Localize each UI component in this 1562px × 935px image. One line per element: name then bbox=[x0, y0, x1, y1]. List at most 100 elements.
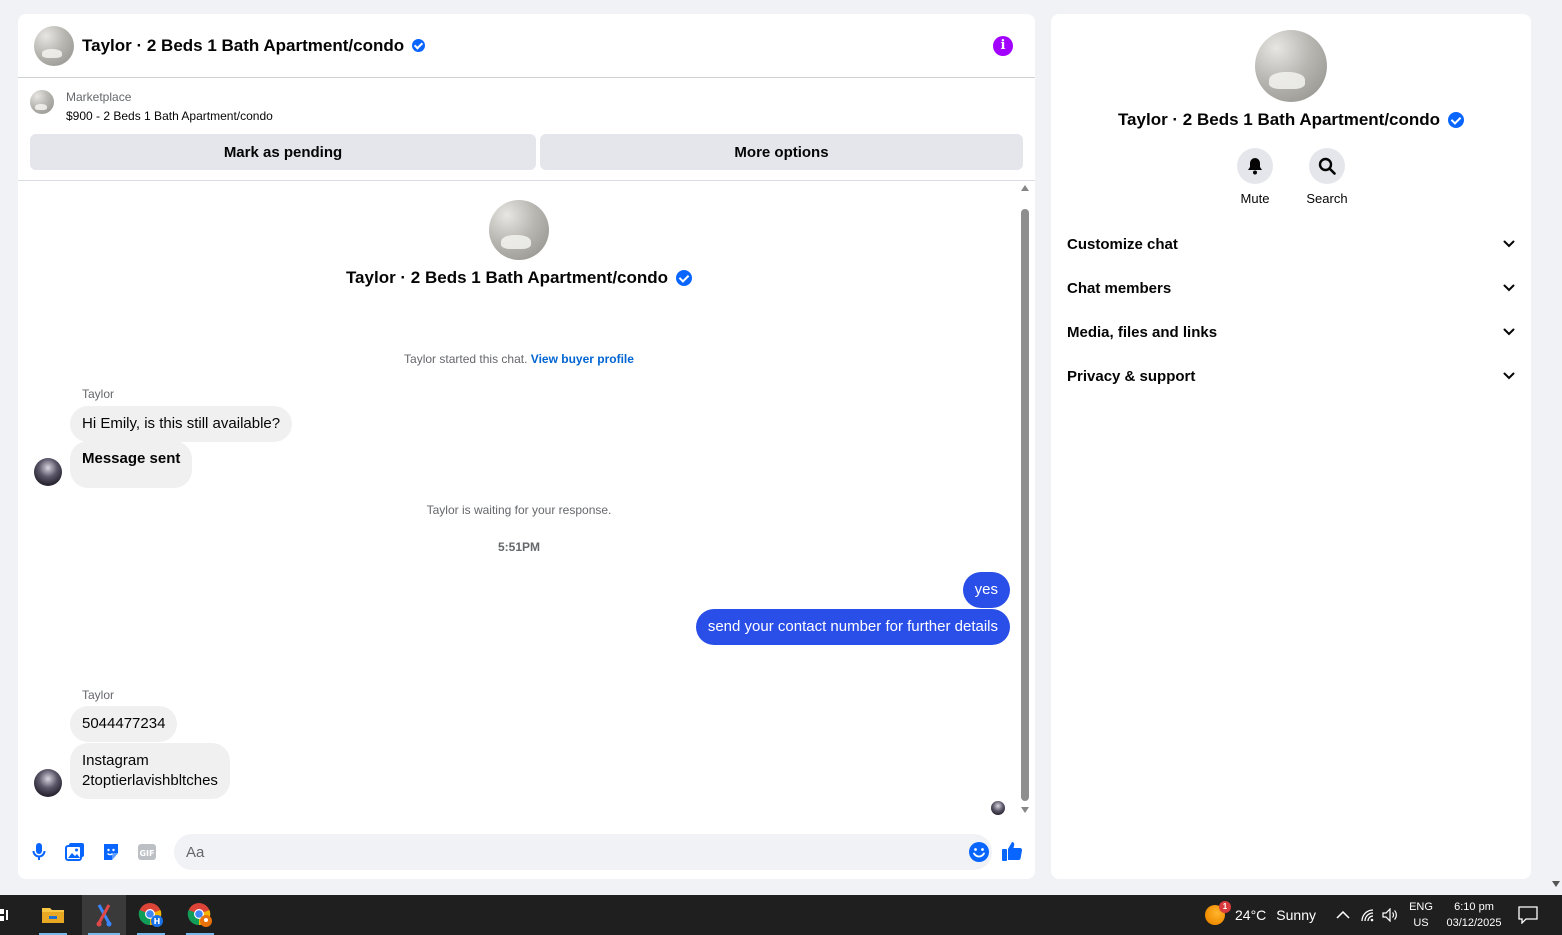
chevron-down-icon bbox=[1503, 372, 1515, 380]
taylor-avatar[interactable] bbox=[34, 769, 62, 797]
details-sections: Customize chat Chat members Media, files… bbox=[1051, 222, 1531, 398]
listing-thumbnail[interactable] bbox=[30, 90, 54, 114]
sticker-icon[interactable] bbox=[100, 841, 122, 863]
section-media-files-links[interactable]: Media, files and links bbox=[1051, 310, 1531, 354]
clock-time: 6:10 pm bbox=[1454, 901, 1494, 913]
svg-text:H: H bbox=[154, 917, 161, 926]
mic-icon[interactable] bbox=[28, 841, 50, 863]
mute-label: Mute bbox=[1240, 191, 1270, 206]
section-customize-chat[interactable]: Customize chat bbox=[1051, 222, 1531, 266]
chat-header: Taylor · 2 Beds 1 Bath Apartment/condo i bbox=[18, 14, 1035, 78]
message-composer: GIF Aa bbox=[18, 825, 1035, 879]
section-label: Privacy & support bbox=[1067, 367, 1196, 385]
chat-started-text: Taylor started this chat. bbox=[404, 352, 528, 366]
waiting-notice: Taylor is waiting for your response. bbox=[426, 503, 612, 517]
chat-title-text[interactable]: Taylor · 2 Beds 1 Bath Apartment/condo bbox=[82, 36, 404, 56]
mute-button[interactable]: Mute bbox=[1233, 148, 1277, 206]
chrome-app[interactable]: H bbox=[131, 895, 171, 935]
weather-text: Sunny bbox=[1276, 907, 1316, 923]
message-input-placeholder: Aa bbox=[186, 843, 205, 861]
listing-actions: Mark as pending More options bbox=[18, 126, 1035, 181]
details-avatar[interactable] bbox=[1255, 30, 1327, 102]
intro-title: Taylor · 2 Beds 1 Bath Apartment/condo bbox=[345, 268, 669, 287]
search-label: Search bbox=[1306, 191, 1348, 206]
listing-label: Marketplace bbox=[66, 90, 132, 104]
search-button[interactable]: Search bbox=[1305, 148, 1349, 206]
incoming-message[interactable]: Hi Emily, is this still available? bbox=[70, 406, 293, 442]
message-list[interactable]: Taylor · 2 Beds 1 Bath Apartment/condo T… bbox=[18, 177, 1035, 825]
verified-icon bbox=[1448, 112, 1465, 128]
bell-icon bbox=[1237, 148, 1273, 184]
volume-icon[interactable] bbox=[1382, 906, 1398, 924]
chat-started-notice: Taylor started this chat. View buyer pro… bbox=[18, 352, 1020, 366]
sender-name: Taylor bbox=[82, 387, 115, 401]
verified-icon bbox=[676, 270, 693, 286]
conversation-intro: Taylor · 2 Beds 1 Bath Apartment/condo bbox=[18, 200, 1020, 288]
chat-title[interactable]: Taylor · 2 Beds 1 Bath Apartment/condo bbox=[82, 36, 426, 56]
outgoing-message[interactable]: send your contact number for further det… bbox=[695, 609, 1010, 645]
section-privacy-support[interactable]: Privacy & support bbox=[1051, 354, 1531, 398]
incoming-message[interactable]: Instagram 2toptierlavishbltches bbox=[70, 743, 230, 799]
keyboard-layout: US bbox=[1413, 917, 1429, 929]
section-label: Chat members bbox=[1067, 279, 1172, 297]
message-timestamp: 5:51PM bbox=[497, 540, 541, 554]
chrome-profile-app[interactable] bbox=[180, 895, 220, 935]
section-chat-members[interactable]: Chat members bbox=[1051, 266, 1531, 310]
chat-panel: Taylor · 2 Beds 1 Bath Apartment/condo i… bbox=[18, 14, 1035, 879]
message-line: Instagram bbox=[82, 752, 149, 769]
view-buyer-profile-link[interactable]: View buyer profile bbox=[531, 352, 634, 366]
folder-icon bbox=[42, 908, 64, 923]
chat-avatar[interactable] bbox=[34, 25, 74, 66]
listing-title[interactable]: $900 - 2 Beds 1 Bath Apartment/condo bbox=[66, 107, 273, 126]
verified-icon bbox=[412, 39, 426, 52]
notification-icon[interactable] bbox=[1518, 906, 1538, 924]
snipping-tool-icon bbox=[96, 904, 112, 927]
sun-icon: 1 bbox=[1205, 901, 1231, 925]
scroll-down-arrow[interactable] bbox=[1021, 807, 1029, 813]
clock-date: 03/12/2025 bbox=[1446, 917, 1502, 929]
image-icon[interactable] bbox=[64, 841, 86, 863]
marketplace-listing[interactable]: Marketplace $900 - 2 Beds 1 Bath Apartme… bbox=[18, 78, 1035, 126]
language-indicator[interactable]: ENG US bbox=[1404, 899, 1438, 931]
weather-badge: 1 bbox=[1219, 901, 1231, 913]
message-input[interactable]: Aa bbox=[174, 834, 992, 870]
weather-temp: 24°C bbox=[1235, 907, 1267, 923]
snipping-tool-app[interactable] bbox=[82, 895, 126, 935]
taylor-avatar[interactable] bbox=[34, 458, 62, 486]
chrome-icon: H bbox=[138, 903, 163, 927]
quick-actions: Mute Search bbox=[1051, 148, 1531, 206]
more-options-button[interactable]: More options bbox=[540, 134, 1023, 170]
file-explorer-app[interactable] bbox=[33, 895, 73, 935]
chevron-down-icon bbox=[1503, 328, 1515, 336]
details-title: Taylor · 2 Beds 1 Bath Apartment/condo bbox=[1117, 110, 1441, 129]
task-view-icon[interactable] bbox=[0, 907, 10, 923]
chevron-down-icon bbox=[1503, 240, 1515, 248]
message-scrollbar[interactable] bbox=[1020, 183, 1030, 813]
intro-avatar[interactable] bbox=[489, 200, 549, 260]
info-icon[interactable]: i bbox=[993, 36, 1013, 56]
mark-as-pending-button[interactable]: Mark as pending bbox=[30, 134, 536, 170]
search-icon bbox=[1309, 148, 1345, 184]
taskbar: H 1 24°C Sunny ENG US 6:10 pm 03/12/2025 bbox=[0, 895, 1562, 935]
chevron-down-icon bbox=[1503, 284, 1515, 292]
scroll-up-arrow[interactable] bbox=[1021, 185, 1029, 191]
scroll-thumb[interactable] bbox=[1021, 209, 1029, 801]
emoji-icon[interactable] bbox=[968, 841, 990, 863]
page-scroll-down-arrow[interactable] bbox=[1552, 881, 1560, 887]
section-label: Customize chat bbox=[1067, 235, 1178, 253]
conversation-details-panel: Taylor · 2 Beds 1 Bath Apartment/condo M… bbox=[1051, 14, 1531, 879]
wifi-icon[interactable] bbox=[1360, 906, 1376, 924]
language-code: ENG bbox=[1409, 901, 1433, 913]
incoming-message[interactable]: 5044477234 bbox=[70, 706, 178, 742]
incoming-message[interactable]: Message sent bbox=[70, 441, 193, 488]
read-receipt-avatar bbox=[991, 801, 1005, 815]
svg-text:GIF: GIF bbox=[139, 849, 154, 858]
section-label: Media, files and links bbox=[1067, 323, 1218, 341]
chevron-up-icon[interactable] bbox=[1335, 906, 1351, 924]
gif-icon[interactable]: GIF bbox=[136, 841, 158, 863]
weather-widget[interactable]: 1 24°C Sunny bbox=[1205, 895, 1316, 935]
chrome-icon bbox=[187, 903, 212, 927]
like-icon[interactable] bbox=[1001, 840, 1025, 864]
clock[interactable]: 6:10 pm 03/12/2025 bbox=[1440, 899, 1508, 931]
outgoing-message[interactable]: yes bbox=[962, 572, 1010, 608]
